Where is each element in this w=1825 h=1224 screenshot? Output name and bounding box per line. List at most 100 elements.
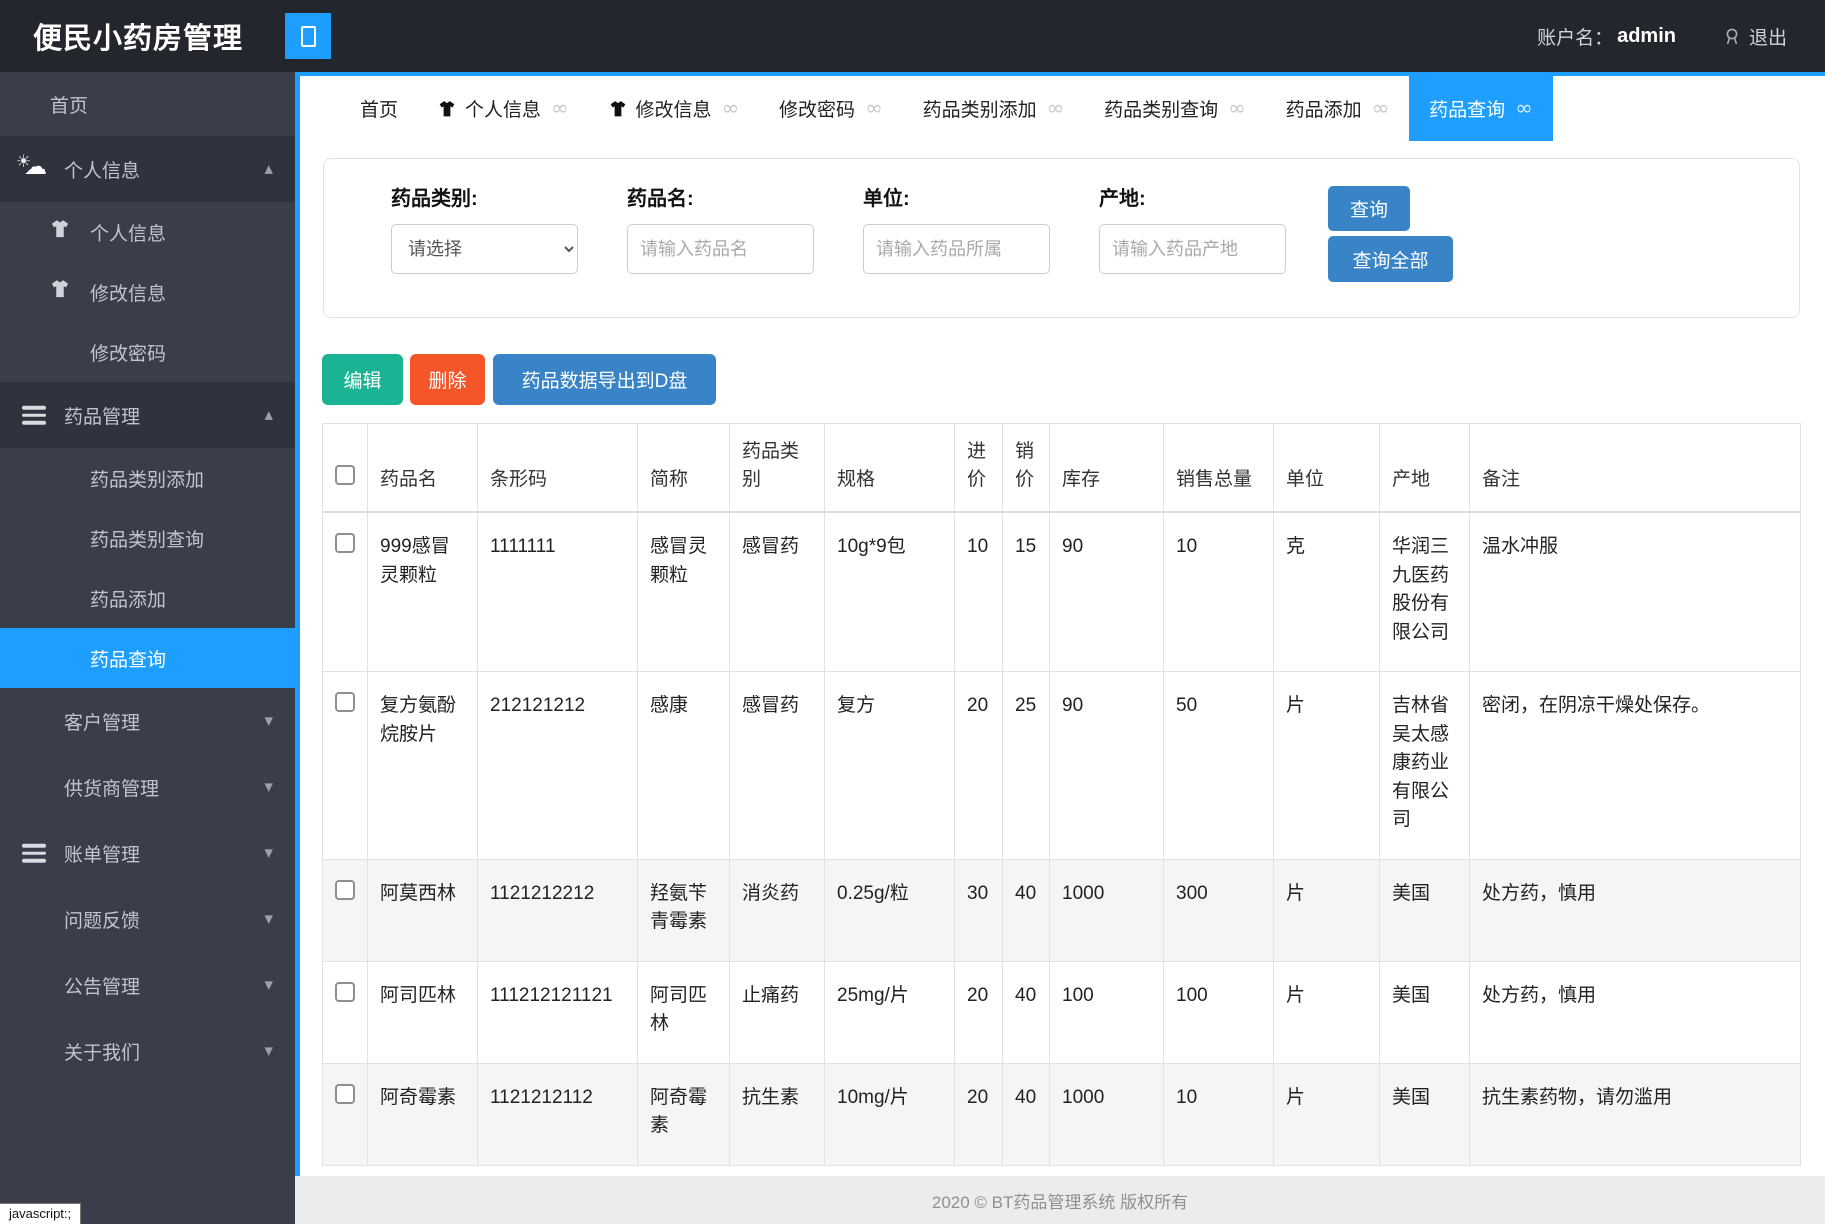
edit-button[interactable]: 编辑	[322, 354, 403, 405]
tab-close-icon[interactable]: ∞	[865, 98, 883, 119]
tab-drug-add[interactable]: 药品添加 ∞	[1266, 76, 1410, 141]
query-button[interactable]: 查询	[1328, 186, 1410, 231]
chevron-down-icon: ▼	[265, 979, 273, 992]
unit-input[interactable]	[863, 224, 1050, 274]
table-cell: 300	[1164, 859, 1274, 961]
table-cell: 片	[1274, 961, 1380, 1063]
table-cell: 抗生素药物，请勿滥用	[1470, 1063, 1801, 1165]
tab-label: 首页	[360, 95, 398, 122]
tab-close-icon[interactable]: ∞	[722, 98, 740, 119]
tab-drug-category-add[interactable]: 药品类别添加∞	[903, 76, 1085, 141]
tab-home[interactable]: 首页	[340, 76, 418, 141]
drug-table-body: 999感冒灵颗粒1111111感冒灵颗粒感冒药10g*9包10159010克华润…	[323, 512, 1801, 1165]
sidebar-toggle-button[interactable]	[285, 13, 331, 59]
sidebar-item-label: 个人信息	[64, 156, 140, 183]
drug-name-input[interactable]	[627, 224, 814, 274]
table-cell: 40	[1003, 1063, 1050, 1165]
table-cell: 处方药，慎用	[1470, 961, 1801, 1063]
row-checkbox[interactable]	[335, 982, 355, 1002]
table-cell: 50	[1164, 672, 1274, 860]
sidebar-item-label: 公告管理	[64, 972, 140, 999]
table-cell: 1000	[1050, 1063, 1164, 1165]
table-cell: 阿奇霉素	[638, 1063, 730, 1165]
sidebar-item-drug-category-query[interactable]: 药品类别查询	[0, 508, 295, 568]
tab-label: 药品添加	[1286, 95, 1362, 122]
table-row: 999感冒灵颗粒1111111感冒灵颗粒感冒药10g*9包10159010克华润…	[323, 512, 1801, 672]
unit-label: 单位:	[863, 182, 1050, 211]
sidebar-item-change-password[interactable]: 修改密码	[0, 322, 295, 382]
field-origin: 产地:	[1099, 182, 1286, 274]
chevron-down-icon: ▼	[265, 913, 273, 926]
table-cell: 40	[1003, 961, 1050, 1063]
table-cell: 10mg/片	[825, 1063, 955, 1165]
sidebar-item-edit-info[interactable]: 修改信息	[0, 262, 295, 322]
table-cell: 温水冲服	[1470, 512, 1801, 672]
tab-close-icon[interactable]: ∞	[1228, 98, 1246, 119]
sidebar-item-supplier-management[interactable]: 供货商管理▼	[0, 754, 295, 820]
row-checkbox[interactable]	[335, 1084, 355, 1104]
export-button[interactable]: 药品数据导出到D盘	[493, 354, 716, 405]
tshirt-icon	[609, 100, 627, 118]
row-checkbox[interactable]	[335, 692, 355, 712]
table-cell: 吉林省吴太感康药业有限公司	[1380, 672, 1470, 860]
hamburger-menu-icon	[22, 402, 46, 429]
field-drug-category: 药品类别: 请选择	[391, 182, 578, 274]
table-cell: 克	[1274, 512, 1380, 672]
table-cell: 10	[955, 512, 1003, 672]
select-all-checkbox[interactable]	[335, 465, 355, 485]
table-cell: 消炎药	[730, 859, 825, 961]
table-cell: 15	[1003, 512, 1050, 672]
row-checkbox[interactable]	[335, 880, 355, 900]
tshirt-icon	[50, 219, 70, 245]
sidebar-item-profile-section[interactable]: ☀☁个人信息▲	[0, 136, 295, 202]
chevron-down-icon: ▼	[265, 1045, 273, 1058]
chevron-down-icon: ▼	[265, 847, 273, 860]
sidebar-item-drug-management[interactable]: 药品管理▲	[0, 382, 295, 448]
sidebar-item-bill-management[interactable]: 账单管理▼	[0, 820, 295, 886]
sidebar-item-drug-category-add[interactable]: 药品类别添加	[0, 448, 295, 508]
tab-label: 修改密码	[779, 95, 855, 122]
tab-edit-info[interactable]: 修改信息∞	[589, 76, 760, 141]
query-buttons: 查询 查询全部	[1328, 186, 1453, 282]
search-filter-panel: 药品类别: 请选择 药品名: 单位: 产地: 查询 查询全部	[323, 158, 1800, 318]
medal-icon	[1722, 26, 1742, 46]
tab-close-icon[interactable]: ∞	[1515, 98, 1533, 119]
origin-input[interactable]	[1099, 224, 1286, 274]
query-all-button[interactable]: 查询全部	[1328, 236, 1453, 282]
column-header: 销价	[1003, 424, 1050, 513]
sidebar-item-home[interactable]: 首页	[0, 72, 295, 136]
sidebar-item-feedback[interactable]: 问题反馈▼	[0, 886, 295, 952]
chevron-down-icon: ▼	[265, 781, 273, 794]
table-cell: 20	[955, 961, 1003, 1063]
sidebar-item-about-us[interactable]: 关于我们▼	[0, 1018, 295, 1084]
table-cell: 羟氨苄青霉素	[638, 859, 730, 961]
table-cell: 25mg/片	[825, 961, 955, 1063]
app-title: 便民小药房管理	[0, 15, 243, 57]
tab-close-icon[interactable]: ∞	[1047, 98, 1065, 119]
drug-name-label: 药品名:	[627, 182, 814, 211]
sidebar-item-announcement-management[interactable]: 公告管理 ▼	[0, 952, 295, 1018]
sidebar-item-drug-query[interactable]: 药品查询	[0, 628, 295, 688]
row-checkbox[interactable]	[335, 533, 355, 553]
copyright-text: 2020 © BT药品管理系统 版权所有	[932, 1188, 1188, 1213]
hamburger-menu-icon	[22, 840, 46, 867]
tab-profile[interactable]: 个人信息∞	[418, 76, 589, 141]
tab-close-icon[interactable]: ∞	[551, 98, 569, 119]
tab-drug-query[interactable]: 药品查询 ∞	[1409, 76, 1553, 141]
table-cell: 复方氨酚烷胺片	[368, 672, 478, 860]
sidebar-item-profile[interactable]: 个人信息	[0, 202, 295, 262]
delete-button[interactable]: 删除	[410, 354, 485, 405]
top-header: 便民小药房管理 账户名： admin 退出	[0, 0, 1825, 72]
sidebar-item-drug-add[interactable]: 药品添加	[0, 568, 295, 628]
column-header: 销售总量	[1164, 424, 1274, 513]
table-action-row: 编辑 删除 药品数据导出到D盘	[322, 354, 1825, 405]
tab-label: 药品查询	[1429, 95, 1505, 122]
tab-change-password[interactable]: 修改密码 ∞	[759, 76, 903, 141]
logout-button[interactable]: 退出	[1722, 23, 1787, 50]
tab-drug-category-query[interactable]: 药品类别查询∞	[1084, 76, 1266, 141]
tab-close-icon[interactable]: ∞	[1372, 98, 1390, 119]
table-cell: 感冒药	[730, 512, 825, 672]
drug-category-select[interactable]: 请选择	[391, 224, 578, 274]
table-cell: 10	[1164, 512, 1274, 672]
sidebar-item-customer-management[interactable]: 客户管理▼	[0, 688, 295, 754]
